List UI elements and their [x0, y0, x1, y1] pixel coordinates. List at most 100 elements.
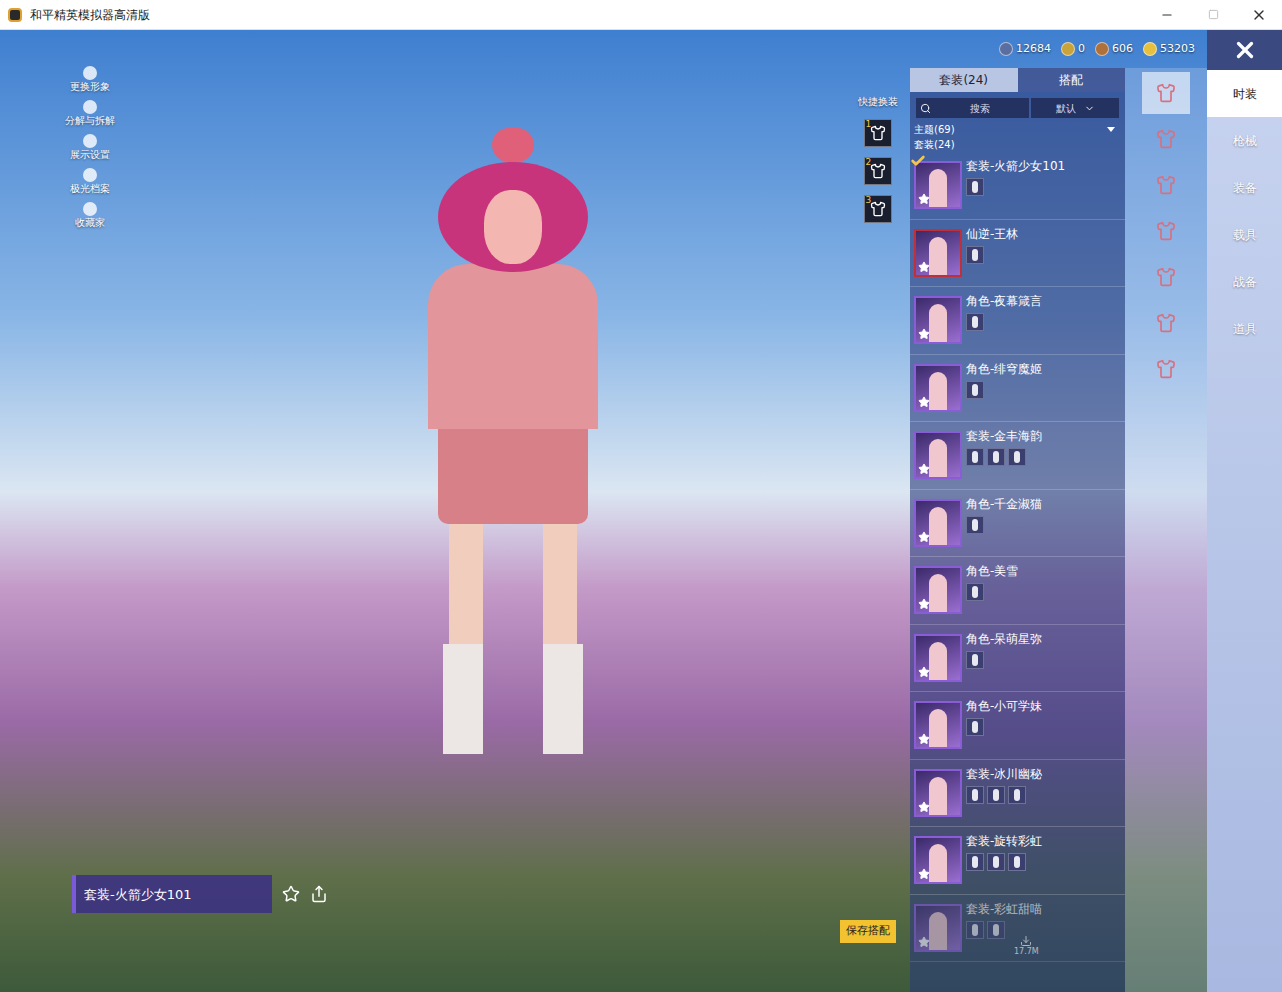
- outfit-name: 角色-美雪: [966, 563, 1018, 579]
- category-tab[interactable]: 道具: [1207, 305, 1282, 352]
- category-icon-button[interactable]: [1142, 72, 1190, 114]
- coin-icon: [1061, 42, 1075, 56]
- outfit-item[interactable]: 套装-旋转彩虹: [910, 827, 1125, 895]
- outfit-thumbnail: [914, 161, 962, 209]
- category-tab[interactable]: 战备: [1207, 258, 1282, 305]
- left-menu-item[interactable]: 分解与拆解: [45, 100, 135, 128]
- part-icon: [966, 381, 984, 399]
- category-tab[interactable]: 枪械: [1207, 117, 1282, 164]
- outfit-item[interactable]: 角色-呆萌星弥: [910, 625, 1125, 693]
- close-icon: [1251, 7, 1267, 23]
- clothing-icon: [1156, 129, 1176, 149]
- sock: [443, 644, 483, 754]
- outfit-name: 角色-夜幕箴言: [966, 293, 1042, 309]
- outfit-name: 套装-火箭少女101: [966, 158, 1065, 174]
- clothing-icon: [1156, 359, 1176, 379]
- outfit-item[interactable]: 仙逆-王林: [910, 220, 1125, 288]
- quick-slot[interactable]: 3: [864, 195, 892, 223]
- category-icon-button[interactable]: [1142, 256, 1190, 298]
- outfit-item[interactable]: 套装-金丰海韵: [910, 422, 1125, 490]
- category-icon-button[interactable]: [1142, 118, 1190, 160]
- minimize-button[interactable]: [1144, 0, 1190, 29]
- clothing-icon: [1156, 267, 1176, 287]
- panel-tab[interactable]: 搭配: [1018, 68, 1126, 92]
- category-tab[interactable]: 装备: [1207, 164, 1282, 211]
- outfit-item[interactable]: 角色-小可学妹: [910, 692, 1125, 760]
- leg: [543, 524, 577, 644]
- outfit-item[interactable]: 套装-火箭少女101: [910, 152, 1125, 220]
- outfit-name: 角色-千金淑猫: [966, 496, 1042, 512]
- window-title: 和平精英模拟器高清版: [30, 6, 150, 24]
- category-icon-button[interactable]: [1142, 302, 1190, 344]
- outfit-name: 角色-呆萌星弥: [966, 631, 1042, 647]
- clothing-icon: [1156, 83, 1176, 103]
- category-tabs: 时装枪械装备载具战备道具: [1207, 30, 1282, 992]
- star-icon: [918, 261, 930, 273]
- outfit-item[interactable]: 角色-夜幕箴言: [910, 287, 1125, 355]
- clothing-icon: [1156, 313, 1176, 333]
- part-icon: [1008, 853, 1026, 871]
- maximize-button[interactable]: [1190, 0, 1236, 29]
- menu-icon: [83, 168, 97, 182]
- left-menu-item[interactable]: 展示设置: [45, 134, 135, 162]
- exit-button[interactable]: [1207, 30, 1282, 70]
- outfit-thumbnail: [914, 431, 962, 479]
- star-icon: [918, 733, 930, 745]
- outfit-name: 套装-旋转彩虹: [966, 833, 1042, 849]
- outfit-thumbnail: [914, 701, 962, 749]
- category-icon-button[interactable]: [1142, 210, 1190, 252]
- outfit-item[interactable]: 角色-美雪: [910, 557, 1125, 625]
- outfit-name: 仙逆-王林: [966, 226, 1018, 242]
- currency-bar: 12684060653203: [845, 30, 1207, 68]
- check-icon: [910, 153, 926, 169]
- quick-change: 快捷换装123: [845, 68, 910, 992]
- title-bar: 和平精英模拟器高清版: [0, 0, 1282, 30]
- menu-icon: [83, 134, 97, 148]
- part-icon: [1008, 786, 1026, 804]
- menu-icon: [83, 66, 97, 80]
- character-figure[interactable]: [428, 128, 598, 992]
- jacket: [428, 264, 598, 429]
- outfit-item[interactable]: 角色-千金淑猫: [910, 490, 1125, 558]
- group-header[interactable]: 主题(69): [910, 118, 1125, 137]
- preview-label: 套装-火箭少女101: [72, 875, 272, 913]
- category-icon-button[interactable]: [1142, 164, 1190, 206]
- section-header: 套装(24): [910, 137, 1125, 152]
- currency: 606: [1095, 41, 1133, 58]
- category-tab[interactable]: 时装: [1207, 70, 1282, 117]
- part-icon: [966, 448, 984, 466]
- outfit-panel: 套装(24)搭配搜索默认主题(69)套装(24)套装-火箭少女101仙逆-王林角…: [910, 68, 1125, 992]
- outfit-thumbnail: [914, 499, 962, 547]
- outfit-item[interactable]: 角色-绯穹魔姬: [910, 355, 1125, 423]
- part-icon: [966, 246, 984, 264]
- preview-label-bar: 套装-火箭少女101: [72, 875, 328, 913]
- star-icon: [918, 666, 930, 678]
- left-menu-item[interactable]: 收藏家: [45, 202, 135, 230]
- left-menu-item[interactable]: 极光档案: [45, 168, 135, 196]
- sort-dropdown[interactable]: 默认: [1031, 98, 1119, 118]
- star-icon: [918, 868, 930, 880]
- sock: [543, 644, 583, 754]
- close-button[interactable]: [1236, 0, 1282, 29]
- leg: [449, 524, 483, 644]
- share-icon[interactable]: [310, 885, 328, 903]
- category-icon-button[interactable]: [1142, 348, 1190, 390]
- left-menu-item[interactable]: 更换形象: [45, 66, 135, 94]
- game-scene: 更换形象分解与拆解展示设置极光档案收藏家12684060653203快捷换装12…: [0, 30, 1282, 992]
- quick-slot[interactable]: 2: [864, 157, 892, 185]
- quick-slot[interactable]: 1: [864, 119, 892, 147]
- outfit-thumbnail: [914, 364, 962, 412]
- download-badge[interactable]: 17.7M: [1014, 935, 1039, 957]
- search-field[interactable]: 搜索: [916, 98, 1029, 118]
- outfit-item[interactable]: 套装-彩虹甜喵17.7M: [910, 895, 1125, 963]
- clothing-icon: [1156, 175, 1176, 195]
- outfit-item[interactable]: 套装-冰川幽秘: [910, 760, 1125, 828]
- category-tab[interactable]: 载具: [1207, 211, 1282, 258]
- pet-hat: [492, 128, 534, 162]
- save-outfit-button[interactable]: 保存搭配: [840, 920, 896, 943]
- panel-tab[interactable]: 套装(24): [910, 68, 1018, 92]
- currency: 0: [1061, 41, 1085, 58]
- category-icons: [1125, 68, 1207, 992]
- star-icon: [918, 936, 930, 948]
- favorite-icon[interactable]: [282, 885, 300, 903]
